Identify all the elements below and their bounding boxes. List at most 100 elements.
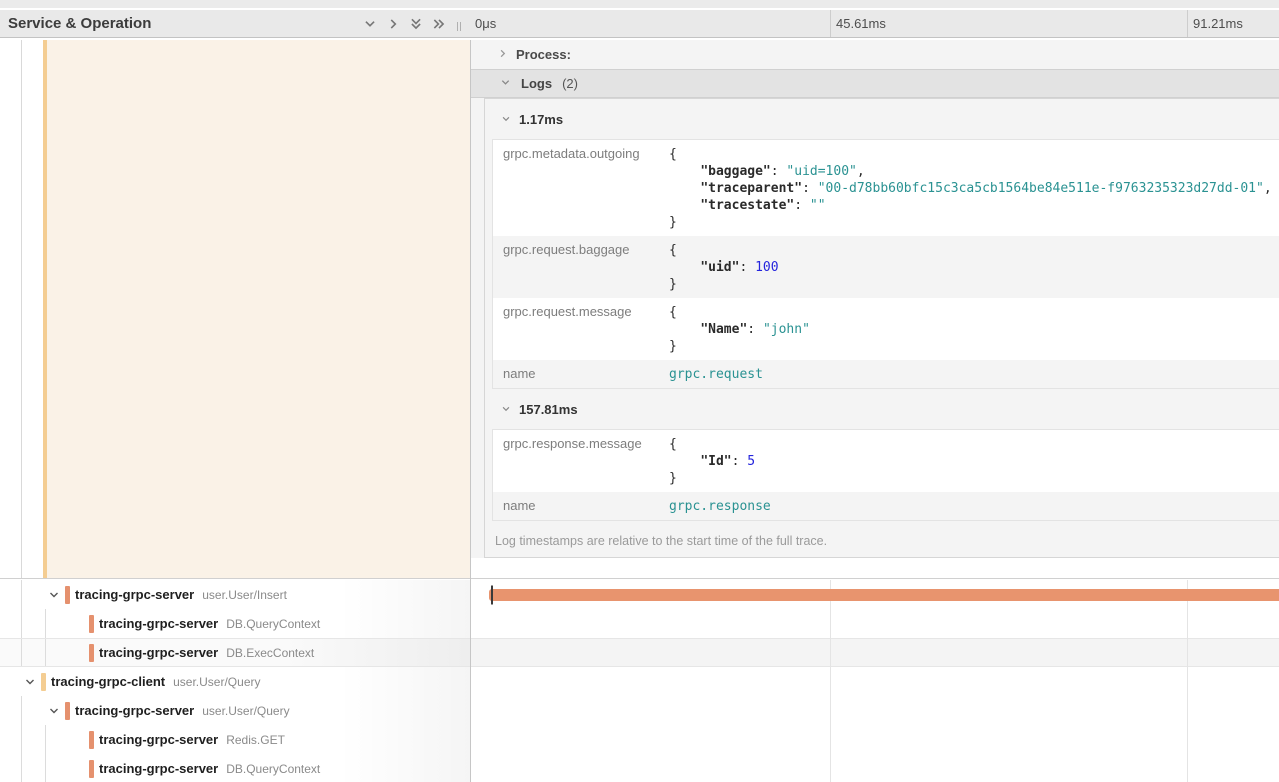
span-name-cell[interactable]: tracing-grpc-server DB.QueryContext <box>0 609 470 638</box>
log-timestamp: 1.17ms <box>519 112 563 127</box>
timeline-header: Service & Operation 0μs45.61ms91.21ms <box>0 0 1279 40</box>
service-operation-header: Service & Operation <box>0 10 470 37</box>
log-timestamp: 157.81ms <box>519 402 578 417</box>
chevron-down-icon[interactable] <box>48 705 60 717</box>
logs-note: Log timestamps are relative to the start… <box>485 521 1279 561</box>
log-field-row: grpc.request.message{ "Name": "john" } <box>493 298 1279 360</box>
span-name-cell[interactable]: tracing-grpc-serverDB.ExecContext <box>0 638 470 667</box>
service-color-bar <box>65 702 70 720</box>
operation-name: user.User/Query <box>202 704 289 718</box>
span-timeline-cell[interactable] <box>470 754 1279 782</box>
log-marker-tick <box>491 585 493 604</box>
span-duration-bar[interactable] <box>489 589 1279 601</box>
span-name-cell[interactable]: tracing-grpc-serveruser.User/Insert <box>0 580 470 609</box>
log-field-key: grpc.metadata.outgoing <box>493 140 659 236</box>
span-timeline-cell[interactable] <box>470 696 1279 725</box>
tree-guide-line <box>21 754 22 782</box>
tree-guide-line <box>21 639 22 666</box>
timeline-tick-label: 45.61ms <box>830 10 1187 37</box>
log-field-value: grpc.request <box>659 360 763 388</box>
service-color-bar <box>89 760 94 778</box>
minimap-bottom-strip <box>0 0 1279 10</box>
span-row[interactable]: tracing-grpc-server Redis.GET <box>0 725 1279 754</box>
operation-name: Redis.GET <box>226 733 285 747</box>
span-timeline-cell[interactable] <box>470 725 1279 754</box>
process-accordion[interactable]: Process: <box>470 40 1279 69</box>
logs-accordion[interactable]: Logs (2) <box>470 69 1279 98</box>
logs-count: (2) <box>562 76 578 91</box>
span-name-cell[interactable]: tracing-grpc-server user.User/Query <box>0 696 470 725</box>
chevron-down-icon[interactable] <box>48 589 60 601</box>
span-name-cell[interactable]: tracing-grpc-server Redis.GET <box>0 725 470 754</box>
service-name: tracing-grpc-server <box>99 761 218 776</box>
log-keyvalues-table: grpc.response.message{ "Id": 5 }namegrpc… <box>492 429 1279 521</box>
tree-guide-line <box>45 639 46 666</box>
log-keyvalues-table: grpc.metadata.outgoing{ "baggage": "uid=… <box>492 139 1279 389</box>
log-field-key: name <box>493 360 659 388</box>
tree-guide-line <box>21 696 22 725</box>
span-row[interactable]: tracing-grpc-server DB.QueryContext <box>0 754 1279 782</box>
chevron-down-icon[interactable] <box>24 676 36 688</box>
process-label: Process: <box>516 47 571 62</box>
collapse-expand-controls <box>363 17 446 31</box>
column-resizer-handle[interactable] <box>454 17 464 31</box>
service-color-bar <box>65 586 70 604</box>
span-row[interactable]: tracing-grpc-serveruser.User/Insert <box>0 580 1279 609</box>
expanded-span-left-column <box>0 40 470 578</box>
timeline-body: Process: Logs (2) 1.17ms grpc.metadata.ou… <box>0 40 1279 782</box>
operation-name: DB.QueryContext <box>226 762 320 776</box>
expand-one-icon[interactable] <box>386 17 400 31</box>
collapse-all-icon[interactable] <box>409 17 423 31</box>
service-color-bar <box>41 673 46 691</box>
span-timeline-cell[interactable] <box>470 638 1279 667</box>
operation-name: DB.ExecContext <box>226 646 314 660</box>
tree-guide-line <box>21 580 22 609</box>
timeline-tick-labels: 0μs45.61ms91.21ms <box>470 10 1279 37</box>
service-color-bar <box>89 644 94 662</box>
tree-guide-line <box>21 725 22 754</box>
span-row[interactable]: tracing-grpc-server user.User/Query <box>0 696 1279 725</box>
tree-guide-line <box>45 754 46 782</box>
log-field-row: grpc.metadata.outgoing{ "baggage": "uid=… <box>493 140 1279 236</box>
log-field-value: grpc.response <box>659 492 771 520</box>
span-rows: tracing-grpc-serveruser.User/Inserttraci… <box>0 580 1279 782</box>
span-timeline-cell[interactable] <box>470 580 1279 609</box>
chevron-down-icon <box>501 402 511 417</box>
log-field-value: { "uid": 100 } <box>659 236 779 298</box>
span-row[interactable]: tracing-grpc-serverDB.ExecContext <box>0 638 1279 667</box>
span-name-cell[interactable]: tracing-grpc-server DB.QueryContext <box>0 754 470 782</box>
span-row[interactable]: tracing-grpc-clientuser.User/Query <box>0 667 1279 696</box>
tree-guide-line <box>45 725 46 754</box>
span-name-cell[interactable]: tracing-grpc-clientuser.User/Query <box>0 667 470 696</box>
service-name: tracing-grpc-server <box>75 703 194 718</box>
logs-label: Logs <box>521 76 552 91</box>
log-field-value: { "Name": "john" } <box>659 298 810 360</box>
service-name: tracing-grpc-server <box>99 616 218 631</box>
span-timeline-cell[interactable] <box>470 609 1279 638</box>
log-field-value: { "baggage": "uid=100", "traceparent": "… <box>659 140 1272 236</box>
service-color-bar <box>89 615 94 633</box>
service-name: tracing-grpc-server <box>99 732 218 747</box>
service-color-bar <box>89 731 94 749</box>
log-field-value: { "Id": 5 } <box>659 430 755 492</box>
span-row[interactable]: tracing-grpc-server DB.QueryContext <box>0 609 1279 638</box>
expand-all-icon[interactable] <box>432 17 446 31</box>
span-timeline-cell[interactable] <box>470 667 1279 696</box>
log-field-key: name <box>493 492 659 520</box>
log-field-key: grpc.request.message <box>493 298 659 360</box>
expanded-span-detail-row: Process: Logs (2) 1.17ms grpc.metadata.ou… <box>0 40 1279 579</box>
timeline-header-band: Service & Operation 0μs45.61ms91.21ms <box>0 10 1279 38</box>
column-divider[interactable] <box>470 40 471 782</box>
chevron-right-icon <box>497 47 508 62</box>
operation-name: DB.QueryContext <box>226 617 320 631</box>
log-field-key: grpc.request.baggage <box>493 236 659 298</box>
logs-content-box: 1.17ms grpc.metadata.outgoing{ "baggage":… <box>484 98 1279 558</box>
log-field-row: namegrpc.request <box>493 360 1279 388</box>
service-operation-title: Service & Operation <box>8 15 151 32</box>
chevron-down-icon <box>500 76 511 91</box>
operation-name: user.User/Insert <box>202 588 287 602</box>
log-timestamp-accordion[interactable]: 1.17ms <box>485 99 1279 139</box>
log-field-row: grpc.response.message{ "Id": 5 } <box>493 430 1279 492</box>
collapse-one-icon[interactable] <box>363 17 377 31</box>
log-timestamp-accordion[interactable]: 157.81ms <box>485 389 1279 429</box>
